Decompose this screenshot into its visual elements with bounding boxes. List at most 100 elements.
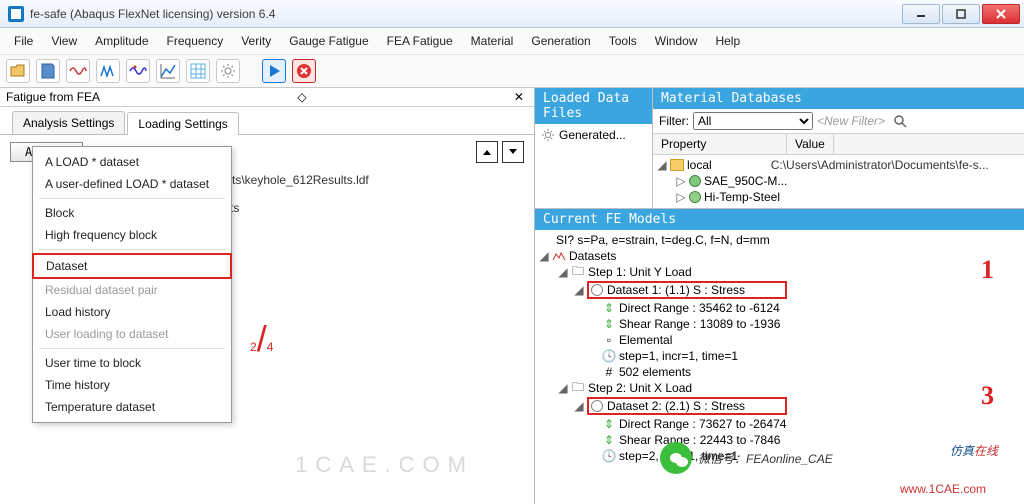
wave1-icon[interactable] <box>66 59 90 83</box>
run-button[interactable] <box>262 59 286 83</box>
search-icon[interactable] <box>893 114 907 128</box>
popup-item[interactable]: Dataset <box>32 253 232 279</box>
cn-watermark: 仿真在线 <box>950 431 998 462</box>
col-value[interactable]: Value <box>787 134 834 154</box>
dataset-marker-icon <box>591 400 603 412</box>
units-row[interactable]: SI? s=Pa, e=strain, t=deg.C, f=N, d=mm <box>539 232 1020 248</box>
ds1-elemental-row: ▫Elemental <box>539 332 1020 348</box>
minimize-button[interactable] <box>902 4 940 24</box>
step1-row[interactable]: ◢🗀Step 1: Unit Y Load <box>539 264 1020 280</box>
tree-row-local[interactable]: ◢ local C:\Users\Administrator\Documents… <box>657 157 1020 173</box>
save-button[interactable] <box>36 59 60 83</box>
popup-item[interactable]: Time history <box>33 374 231 396</box>
clock-icon: 🕓 <box>602 349 616 363</box>
collapse-icon[interactable]: ◢ <box>574 399 584 413</box>
window-buttons <box>902 4 1020 24</box>
menu-file[interactable]: File <box>6 32 41 50</box>
loaded-files-body: Generated... <box>535 124 652 146</box>
popup-item[interactable]: Block <box>33 202 231 224</box>
tab-loading-settings[interactable]: Loading Settings <box>127 112 238 135</box>
popup-item: User loading to dataset <box>33 323 231 345</box>
expand-icon[interactable]: ▷ <box>676 190 686 204</box>
menu-generation[interactable]: Generation <box>523 32 598 50</box>
collapse-icon[interactable]: ◢ <box>574 283 584 297</box>
new-filter-placeholder[interactable]: <New Filter> <box>817 114 885 128</box>
dataset1-row[interactable]: ◢Dataset 1: (1.1) S : Stress <box>539 280 1020 300</box>
collapse-icon[interactable]: ◢ <box>657 158 667 172</box>
elemental-icon: ▫ <box>602 333 616 347</box>
open-button[interactable] <box>6 59 30 83</box>
menu-frequency[interactable]: Frequency <box>159 32 232 50</box>
pane-close-icon[interactable]: ✕ <box>510 90 528 104</box>
menu-amplitude[interactable]: Amplitude <box>87 32 156 50</box>
menu-tools[interactable]: Tools <box>601 32 645 50</box>
range-icon: ⇕ <box>602 317 616 331</box>
dataset2-row[interactable]: ◢Dataset 2: (2.1) S : Stress <box>539 396 1020 416</box>
nav-up-button[interactable] <box>476 141 498 163</box>
annotation-slash: / <box>257 318 267 359</box>
local-path: C:\Users\Administrator\Documents\fe-s... <box>771 158 989 172</box>
annotation-2-4: 2/4 <box>250 318 273 360</box>
clock-icon: 🕓 <box>602 449 616 463</box>
wechat-icon <box>660 442 692 474</box>
material-databases-header: Material Databases <box>653 88 1024 109</box>
tree-row-mat1[interactable]: ▷ SAE_950C-M... <box>657 173 1020 189</box>
watermark-1cae: 1CAE.COM <box>295 452 474 478</box>
plot-icon[interactable] <box>156 59 180 83</box>
material-databases-panel: Material Databases Filter: All <New Filt… <box>653 88 1024 208</box>
datasets-row[interactable]: ◢Datasets <box>539 248 1020 264</box>
step2-label: Step 2: Unit X Load <box>588 381 692 395</box>
url-watermark: www.1CAE.com <box>900 482 986 496</box>
stop-button[interactable] <box>292 59 316 83</box>
popup-item[interactable]: Load history <box>33 301 231 323</box>
popup-item: Residual dataset pair <box>33 279 231 301</box>
wave2-icon[interactable] <box>96 59 120 83</box>
source-path-text: esults\keyhole_612Results.ldf <box>210 173 524 187</box>
ds1-count-row: #502 elements <box>539 364 1020 380</box>
menu-verity[interactable]: Verity <box>233 32 279 50</box>
mat2-label: Hi-Temp-Steel <box>704 190 780 204</box>
collapse-icon[interactable]: ◢ <box>539 249 549 263</box>
popup-item[interactable]: A user-defined LOAD * dataset <box>33 173 231 195</box>
pane-header: Fatigue from FEA ◇ ✕ <box>0 88 534 107</box>
nav-down-button[interactable] <box>502 141 524 163</box>
expand-icon[interactable]: ▷ <box>676 174 686 188</box>
collapse-icon[interactable]: ◢ <box>558 381 568 395</box>
range-icon: ⇕ <box>602 433 616 447</box>
collapse-icon[interactable]: ◢ <box>558 265 568 279</box>
maximize-button[interactable] <box>942 4 980 24</box>
pin-icon[interactable]: ◇ <box>297 90 306 104</box>
ds1-elemental-label: Elemental <box>619 333 672 347</box>
menu-window[interactable]: Window <box>647 32 706 50</box>
grid-icon[interactable] <box>186 59 210 83</box>
popup-item[interactable]: Temperature dataset <box>33 396 231 418</box>
menu-view[interactable]: View <box>43 32 85 50</box>
popup-item[interactable]: High frequency block <box>33 224 231 246</box>
col-property[interactable]: Property <box>653 134 787 154</box>
menu-material[interactable]: Material <box>463 32 522 50</box>
range-icon: ⇕ <box>602 417 616 431</box>
gear-icon <box>541 128 555 142</box>
ds1-step-label: step=1, incr=1, time=1 <box>619 349 738 363</box>
menu-fea-fatigue[interactable]: FEA Fatigue <box>379 32 461 50</box>
loaded-file-item[interactable]: Generated... <box>559 128 626 142</box>
pane-title: Fatigue from FEA <box>6 90 100 104</box>
step2-row[interactable]: ◢🗀Step 2: Unit X Load <box>539 380 1020 396</box>
popup-item[interactable]: User time to block <box>33 352 231 374</box>
menu-help[interactable]: Help <box>707 32 748 50</box>
close-button[interactable] <box>982 4 1020 24</box>
settings-icon[interactable] <box>216 59 240 83</box>
annotation-1: 1 <box>981 255 994 285</box>
popup-item[interactable]: A LOAD * dataset <box>33 151 231 173</box>
menu-gauge-fatigue[interactable]: Gauge Fatigue <box>281 32 376 50</box>
local-label: local <box>687 158 712 172</box>
tree-row-mat2[interactable]: ▷ Hi-Temp-Steel <box>657 189 1020 205</box>
wechat-text: 微信号：FEAonline_CAE <box>698 450 833 467</box>
filter-select[interactable]: All <box>693 112 813 130</box>
add-menu-popup: A LOAD * datasetA user-defined LOAD * da… <box>32 146 232 423</box>
loaded-data-files-panel: Loaded Data Files Generated... <box>535 88 653 208</box>
wave3-icon[interactable] <box>126 59 150 83</box>
app-icon <box>8 6 24 22</box>
tab-analysis-settings[interactable]: Analysis Settings <box>12 111 125 134</box>
ds1-direct-row: ⇕Direct Range : 35462 to -6124 <box>539 300 1020 316</box>
